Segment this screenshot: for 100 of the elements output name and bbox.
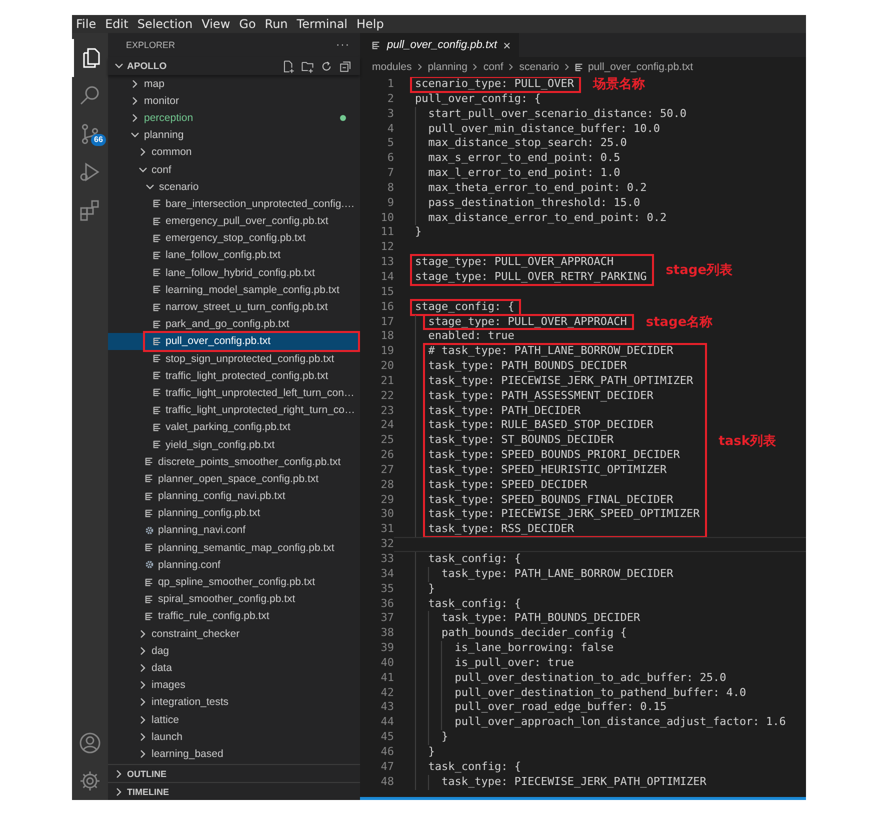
tree-file[interactable]: discrete_points_smoother_config.pb.txt — [108, 453, 360, 470]
file-lines-icon — [152, 406, 162, 415]
code-line: path_bounds_decider_config { — [440, 626, 627, 640]
file-lines-icon — [152, 336, 162, 346]
chevron-icon — [562, 63, 571, 71]
tree-file[interactable]: planning_semantic_map_config.pb.txt — [108, 539, 360, 556]
file-lines-icon — [152, 268, 162, 278]
tree-file[interactable]: lane_follow_config.pb.txt — [108, 246, 360, 264]
collapse-all-icon[interactable] — [339, 60, 352, 72]
tree-file[interactable]: planning_config_navi.pb.txt — [108, 488, 360, 505]
tree-file[interactable]: traffic_light_unprotected_right_turn_co… — [108, 402, 360, 419]
file-lines-icon — [152, 234, 162, 243]
tree-folder[interactable]: images — [108, 676, 360, 694]
tree-folder[interactable]: learning_based — [108, 745, 360, 762]
tree-file[interactable]: bare_intersection_unprotected_config.… — [108, 195, 360, 212]
menu-item[interactable]: View — [202, 17, 230, 31]
run-debug-icon[interactable] — [78, 160, 102, 184]
breadcrumb[interactable]: scenario — [519, 61, 559, 73]
tree-file[interactable]: narrow_street_u_turn_config.pb.txt — [108, 298, 360, 316]
line-number: 5 — [386, 136, 394, 152]
code-line: } — [415, 225, 422, 238]
tree-file[interactable]: traffic_light_protected_config.pb.txt — [108, 367, 360, 384]
editor-tab[interactable]: pull_over_config.pb.txt × — [360, 33, 519, 57]
line-number: 19 — [380, 344, 394, 360]
panel-header[interactable]: TIMELINE — [108, 782, 360, 800]
tree-file[interactable]: yield_sign_config.pb.txt — [108, 436, 360, 454]
tree-file[interactable]: planner_open_space_config.pb.txt — [108, 470, 360, 488]
menu-item[interactable]: Selection — [137, 17, 193, 31]
settings-icon[interactable] — [78, 769, 102, 793]
menu-item[interactable]: Edit — [105, 17, 128, 31]
code-line: pull_over_config: { — [415, 92, 541, 105]
breadcrumb[interactable]: modules — [372, 61, 412, 73]
tree-folder[interactable]: map — [108, 75, 360, 92]
line-number: 36 — [380, 596, 394, 612]
close-icon[interactable]: × — [503, 38, 511, 52]
tree-file[interactable]: stop_sign_unprotected_config.pb.txt — [108, 350, 360, 368]
line-number: 13 — [380, 255, 394, 270]
breadcrumb[interactable]: pull_over_config.pb.txt — [588, 61, 694, 73]
tree-file[interactable]: planning.conf — [108, 556, 360, 574]
tree-file[interactable]: valet_parking_config.pb.txt — [108, 418, 360, 436]
line-number: 48 — [380, 774, 394, 790]
tree-folder[interactable]: conf — [108, 160, 360, 178]
breadcrumb[interactable]: planning — [428, 61, 468, 73]
more-actions[interactable]: ··· — [336, 39, 350, 51]
line-number: 20 — [380, 359, 394, 374]
line-number: 34 — [380, 566, 394, 582]
line-number: 43 — [380, 700, 394, 716]
tree-file[interactable]: lane_follow_hybrid_config.pb.txt — [108, 264, 360, 282]
extensions-icon[interactable] — [78, 198, 102, 222]
tree-file[interactable]: spiral_smoother_config.pb.txt — [108, 590, 360, 608]
tree-file[interactable]: planning_navi.conf — [108, 522, 360, 540]
tree-file[interactable]: park_and_go_config.pb.txt — [108, 316, 360, 333]
line-number: 6 — [386, 151, 394, 166]
code-line: pull_over_destination_to_adc_buffer: 25.0 — [454, 670, 726, 684]
tree-folder[interactable]: launch — [108, 728, 360, 746]
tree-folder[interactable]: data — [108, 659, 360, 677]
tree-folder[interactable]: planning — [108, 126, 360, 144]
file-lines-icon — [372, 40, 381, 50]
tree-folder[interactable]: constraint_checker — [108, 625, 360, 642]
new-folder-icon[interactable] — [301, 60, 314, 72]
line-number: 44 — [380, 715, 394, 730]
line-number: 39 — [380, 641, 394, 656]
line-number: 32 — [380, 537, 394, 552]
menu-item[interactable]: Go — [239, 17, 256, 31]
tree-folder[interactable]: lattice — [108, 710, 360, 728]
line-number: 23 — [380, 404, 394, 418]
tree-file[interactable]: pull_over_config.pb.txt — [108, 332, 360, 350]
tree-file[interactable]: emergency_stop_config.pb.txt — [108, 230, 360, 247]
menu-item[interactable]: Help — [356, 17, 384, 31]
folder-heading[interactable]: APOLLO — [127, 60, 167, 72]
file-lines-icon — [152, 285, 162, 294]
line-number: 29 — [380, 492, 394, 508]
tree-folder[interactable]: integration_tests — [108, 694, 360, 711]
code-line: pull_over_road_edge_buffer: 0.15 — [454, 700, 667, 714]
refresh-icon[interactable] — [320, 60, 333, 72]
menu-item[interactable]: Terminal — [296, 17, 348, 31]
breadcrumb[interactable]: conf — [483, 61, 504, 73]
tree-file[interactable]: traffic_light_unprotected_left_turn_con… — [108, 384, 360, 402]
account-icon[interactable] — [78, 731, 102, 755]
panel-header[interactable]: OUTLINE — [108, 764, 360, 782]
tree-folder[interactable]: dag — [108, 642, 360, 660]
menu-item[interactable]: File — [76, 17, 96, 31]
tree-file[interactable]: learning_model_sample_config.pb.txt — [108, 281, 360, 298]
file-lines-icon — [152, 199, 162, 208]
tree-file[interactable]: traffic_rule_config.pb.txt — [108, 608, 360, 625]
line-number: 27 — [380, 462, 394, 478]
tree-folder[interactable]: monitor — [108, 92, 360, 110]
file-lines-icon — [152, 440, 162, 450]
tree-file[interactable]: emergency_pull_over_config.pb.txt — [108, 212, 360, 230]
code-line: max_l_error_to_end_point: 1.0 — [427, 166, 620, 180]
new-file-icon[interactable] — [282, 60, 295, 72]
tree-file[interactable]: planning_config.pb.txt — [108, 504, 360, 522]
line-number: 40 — [380, 656, 394, 671]
menu-item[interactable]: Run — [264, 17, 288, 31]
tree-folder[interactable]: scenario — [108, 178, 360, 196]
tree-file[interactable]: qp_spline_smoother_config.pb.txt — [108, 573, 360, 591]
line-number: 37 — [380, 611, 394, 626]
tree-folder[interactable]: perception — [108, 109, 360, 127]
line-number: 18 — [380, 329, 394, 344]
tree-folder[interactable]: common — [108, 144, 360, 161]
